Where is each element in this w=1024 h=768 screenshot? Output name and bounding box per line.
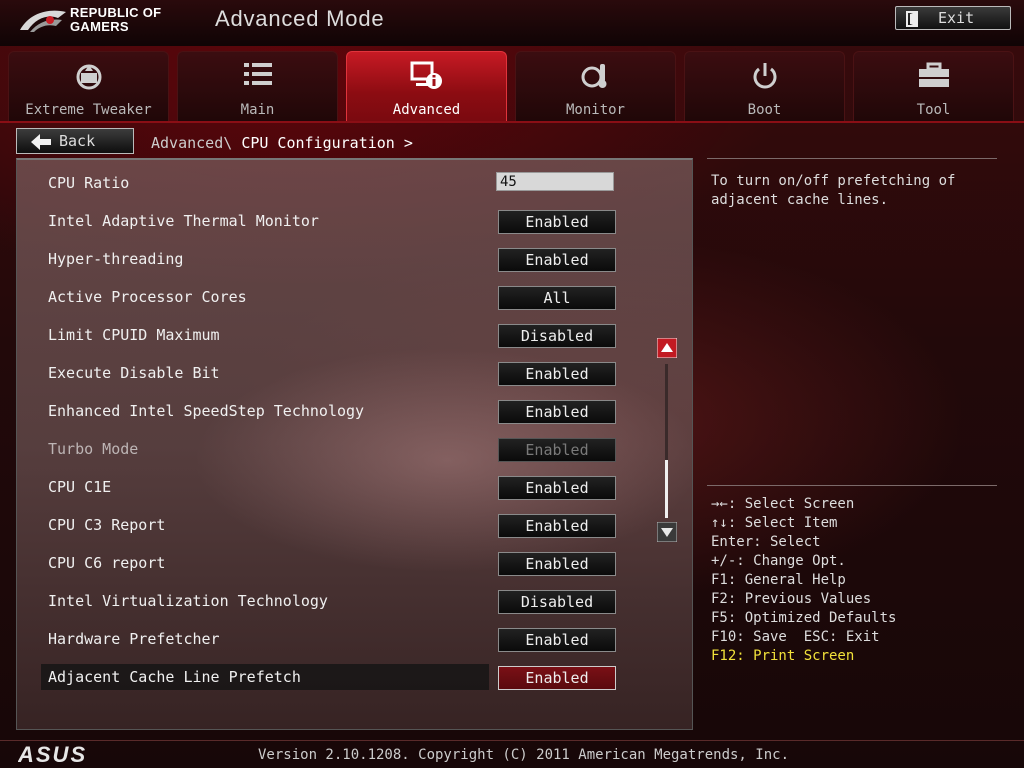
version-text: Version 2.10.1208. Copyright (C) 2011 Am… [258, 747, 790, 763]
key-hint: F1: General Help [711, 572, 846, 588]
brand-line2: GAMERS [70, 19, 129, 34]
breadcrumb-parent[interactable]: Advanced\ [151, 134, 232, 152]
footer-divider [0, 740, 1024, 741]
setting-label: Active Processor Cores [48, 288, 247, 306]
help-text: To turn on/off prefetching of adjacent c… [711, 173, 956, 208]
exit-button[interactable]: Exit [895, 6, 1011, 30]
tab-advanced[interactable]: Advanced [346, 51, 507, 121]
key-legend: →←: Select Screen ↑↓: Select Item Enter:… [711, 495, 896, 666]
back-label: Back [59, 132, 96, 150]
setting-hyper-threading: Hyper-threading Enabled [41, 246, 621, 272]
setting-label: Turbo Mode [48, 440, 139, 458]
c1e-select[interactable]: Enabled [498, 476, 616, 500]
tweaker-icon [76, 64, 101, 90]
virtualization-select[interactable]: Disabled [498, 590, 616, 614]
tab-boot[interactable]: Boot [684, 51, 845, 121]
setting-label: Hardware Prefetcher [48, 630, 220, 648]
tab-monitor[interactable]: Monitor [515, 51, 676, 121]
thermal-monitor-select[interactable]: Enabled [498, 210, 616, 234]
tab-label: Monitor [565, 102, 625, 118]
key-hint: F10: Save ESC: Exit [711, 629, 880, 645]
setting-limit-cpuid: Limit CPUID Maximum Disabled [41, 322, 621, 348]
advanced-info-icon [410, 61, 442, 89]
hw-prefetcher-select[interactable]: Enabled [498, 628, 616, 652]
setting-turbo-mode: Turbo Mode Enabled [41, 436, 621, 462]
cpu-ratio-input[interactable] [496, 172, 614, 191]
exit-door-icon [906, 11, 918, 27]
scroll-up-arrow-icon[interactable] [657, 338, 677, 358]
setting-hw-prefetcher: Hardware Prefetcher Enabled [41, 626, 621, 652]
hyper-threading-select[interactable]: Enabled [498, 248, 616, 272]
adjacent-cache-select[interactable]: Enabled [498, 666, 616, 690]
setting-cpu-ratio: CPU Ratio [41, 170, 621, 196]
scrollbar-thumb[interactable] [665, 460, 668, 518]
breadcrumb: Advanced\ CPU Configuration > [151, 134, 413, 152]
tab-extreme-tweaker[interactable]: Extreme Tweaker [8, 51, 169, 121]
exit-label: Exit [938, 9, 975, 27]
settings-panel: CPU Ratio Intel Adaptive Thermal Monitor… [16, 158, 693, 730]
setting-c1e: CPU C1E Enabled [41, 474, 621, 500]
setting-c6-report: CPU C6 report Enabled [41, 550, 621, 576]
thermometer-icon [581, 64, 606, 88]
header-bar: REPUBLIC OF GAMERS Advanced Mode Exit [0, 0, 1024, 46]
brand-text: REPUBLIC OF GAMERS [70, 6, 161, 34]
setting-active-cores: Active Processor Cores All [41, 284, 621, 310]
setting-label: Limit CPUID Maximum [48, 326, 220, 344]
power-icon [753, 63, 776, 89]
breadcrumb-current: CPU Configuration > [241, 134, 413, 152]
page-title: Advanced Mode [215, 6, 385, 31]
asus-logo: ASUS [18, 743, 87, 765]
key-hint-print-screen: F12: Print Screen [711, 648, 855, 664]
setting-label: Enhanced Intel SpeedStep Technology [48, 402, 365, 420]
key-hint: +/-: Change Opt. [711, 553, 846, 569]
tab-tool[interactable]: Tool [853, 51, 1014, 121]
list-icon [243, 63, 272, 85]
key-hint: F2: Previous Values [711, 591, 872, 607]
active-cores-select[interactable]: All [498, 286, 616, 310]
tab-label: Main [240, 102, 275, 118]
setting-label: Execute Disable Bit [48, 364, 220, 382]
setting-c3-report: CPU C3 Report Enabled [41, 512, 621, 538]
toolbox-icon [918, 62, 949, 87]
c6-report-select[interactable]: Enabled [498, 552, 616, 576]
setting-label: CPU C1E [48, 478, 112, 496]
setting-label: CPU C3 Report [48, 516, 166, 534]
turbo-mode-select: Enabled [498, 438, 616, 462]
setting-label: CPU C6 report [48, 554, 166, 572]
setting-adjacent-cache[interactable]: Adjacent Cache Line Prefetch Enabled [41, 664, 621, 690]
key-hint: F5: Optimized Defaults [711, 610, 897, 626]
limit-cpuid-select[interactable]: Disabled [498, 324, 616, 348]
tab-main[interactable]: Main [177, 51, 338, 121]
asus-logo-text: ASUS [18, 743, 87, 765]
c3-report-select[interactable]: Enabled [498, 514, 616, 538]
tab-label: Advanced [392, 102, 461, 118]
setting-virtualization: Intel Virtualization Technology Disabled [41, 588, 621, 614]
brand-line1: REPUBLIC OF [70, 5, 162, 20]
setting-label: Intel Adaptive Thermal Monitor [48, 212, 319, 230]
back-arrow-icon [31, 134, 51, 150]
help-divider-top [707, 158, 997, 159]
tab-label: Tool [916, 102, 951, 118]
execute-disable-select[interactable]: Enabled [498, 362, 616, 386]
setting-label: Hyper-threading [48, 250, 184, 268]
setting-speedstep: Enhanced Intel SpeedStep Technology Enab… [41, 398, 621, 424]
tab-label: Boot [747, 102, 782, 118]
help-divider-keys [707, 485, 997, 486]
tab-label: Extreme Tweaker [25, 102, 152, 118]
key-hint: ↑↓: Select Item [711, 515, 838, 531]
back-button[interactable]: Back [16, 128, 134, 154]
setting-execute-disable: Execute Disable Bit Enabled [41, 360, 621, 386]
setting-thermal-monitor: Intel Adaptive Thermal Monitor Enabled [41, 208, 621, 234]
key-hint: →←: Select Screen [711, 496, 855, 512]
speedstep-select[interactable]: Enabled [498, 400, 616, 424]
setting-label: Adjacent Cache Line Prefetch [48, 668, 301, 686]
setting-label: CPU Ratio [48, 174, 130, 192]
key-hint: Enter: Select [711, 534, 821, 550]
setting-label: Intel Virtualization Technology [48, 592, 328, 610]
scroll-down-arrow-icon[interactable] [657, 522, 677, 542]
